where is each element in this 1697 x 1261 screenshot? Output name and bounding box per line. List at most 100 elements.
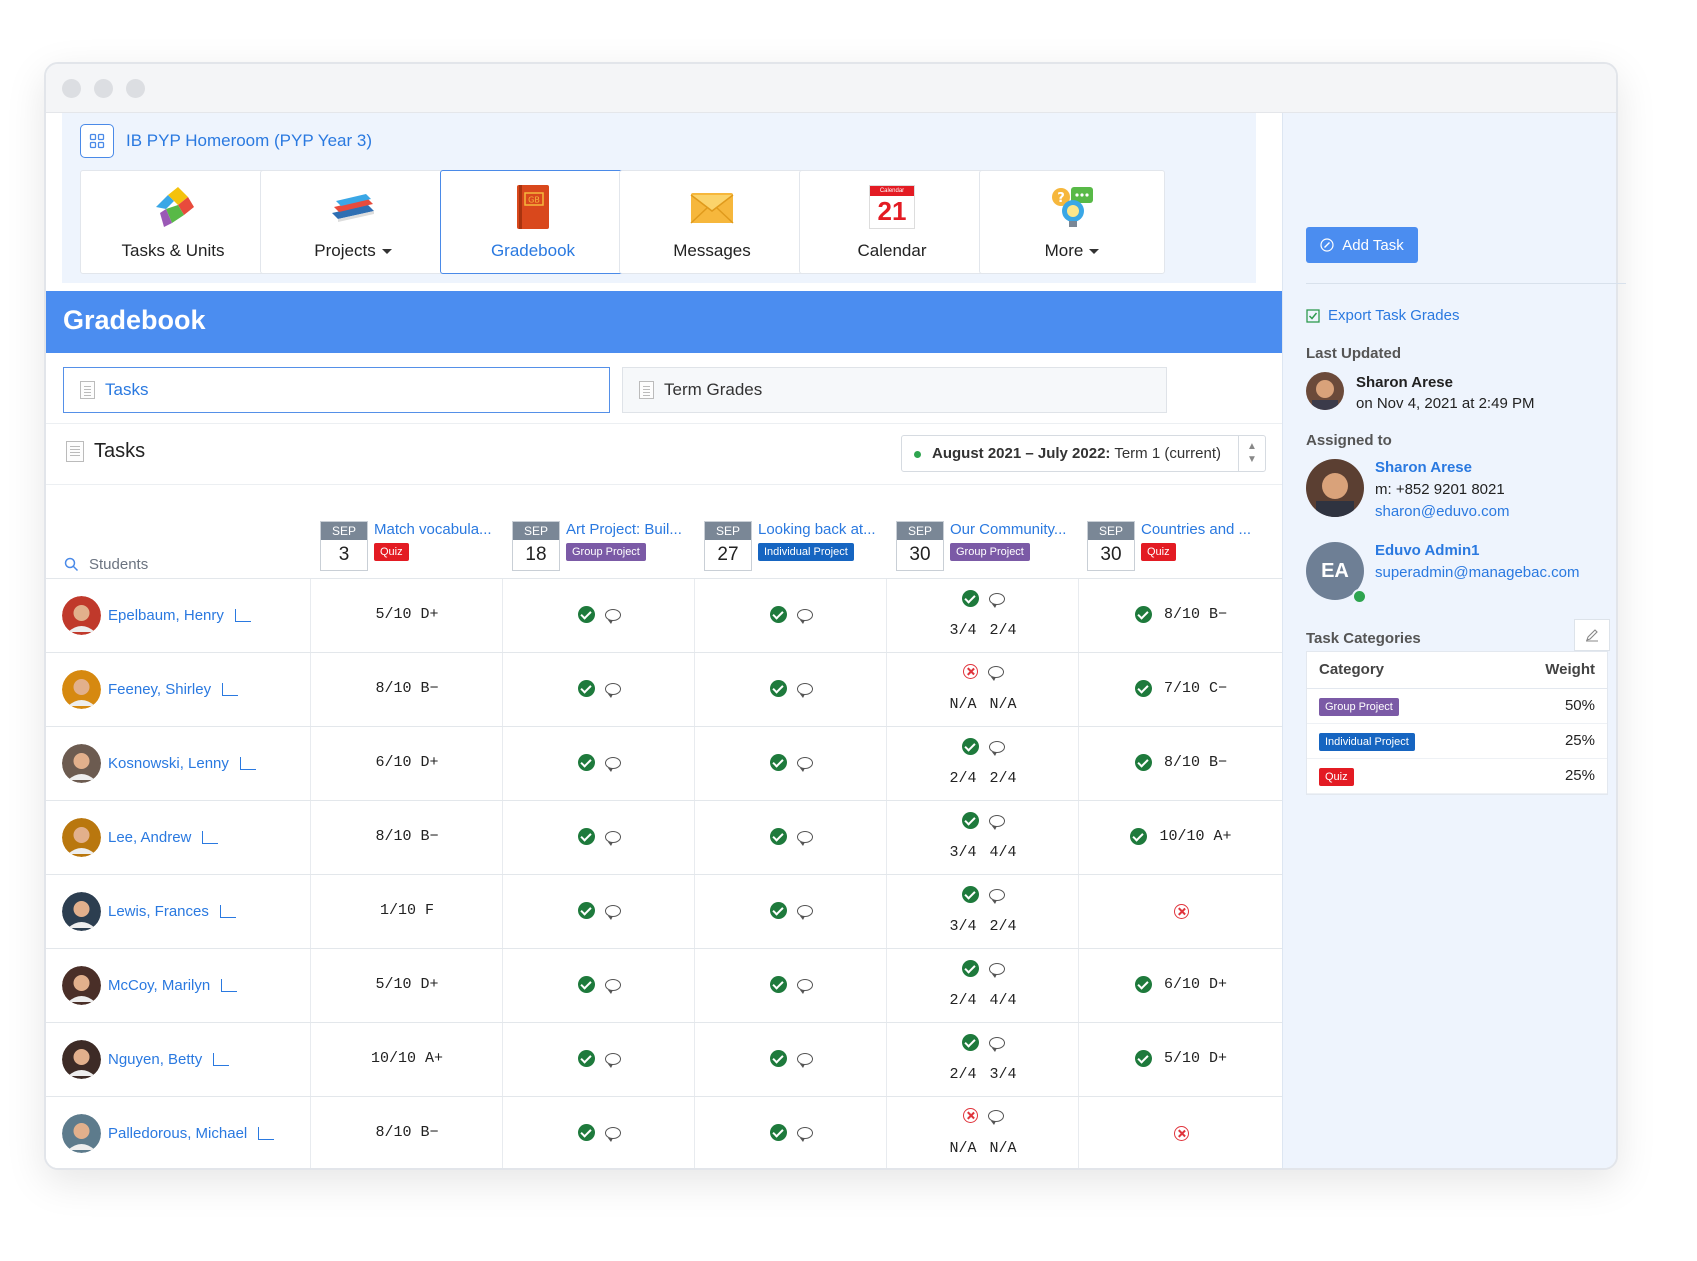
student-name-link[interactable]: Nguyen, Betty [108, 1051, 202, 1068]
bar-chart-icon[interactable] [213, 1053, 230, 1066]
task-title-link[interactable]: Art Project: Buil... [566, 521, 702, 538]
bar-chart-icon[interactable] [258, 1127, 275, 1140]
bar-chart-icon[interactable] [202, 831, 219, 844]
class-title[interactable]: IB PYP Homeroom (PYP Year 3) [126, 131, 372, 151]
comment-icon[interactable] [796, 756, 813, 772]
grade-cell[interactable]: 2/4 2/4 [886, 727, 1079, 801]
nav-tasks-units[interactable]: Tasks & Units [80, 170, 266, 274]
student-name-link[interactable]: Lewis, Frances [108, 903, 209, 920]
grade-cell[interactable] [694, 875, 887, 949]
assignee2-name[interactable]: Eduvo Admin1 [1375, 542, 1479, 559]
comment-icon[interactable] [604, 978, 621, 994]
grade-cell[interactable]: 8/10 B− [310, 801, 503, 875]
comment-icon[interactable] [604, 1052, 621, 1068]
bar-chart-icon[interactable] [222, 683, 239, 696]
export-task-grades-link[interactable]: Export Task Grades [1306, 307, 1459, 324]
grade-cell[interactable] [502, 727, 695, 801]
grade-cell[interactable]: 2/4 4/4 [886, 949, 1079, 1023]
grade-cell[interactable]: 10/10 A+ [1078, 801, 1283, 875]
grade-cell[interactable] [1078, 875, 1283, 949]
comment-icon[interactable] [988, 740, 1005, 756]
task-column-header[interactable]: SEP 30 Countries and ... Quiz [1087, 521, 1277, 573]
grade-cell[interactable] [502, 579, 695, 653]
select-arrows-icon[interactable]: ▲ ▼ [1238, 436, 1265, 471]
grade-cell[interactable]: 3/4 4/4 [886, 801, 1079, 875]
grade-cell[interactable] [502, 875, 695, 949]
bar-chart-icon[interactable] [221, 979, 238, 992]
grade-cell[interactable]: 7/10 C− [1078, 653, 1283, 727]
grade-cell[interactable] [694, 801, 887, 875]
grade-cell[interactable] [694, 727, 887, 801]
class-grid-icon[interactable] [80, 124, 114, 158]
grade-cell[interactable]: 1/10 F [310, 875, 503, 949]
task-column-header[interactable]: SEP 18 Art Project: Buil... Group Project [512, 521, 702, 573]
comment-icon[interactable] [604, 830, 621, 846]
comment-icon[interactable] [796, 1052, 813, 1068]
edit-categories-button[interactable] [1574, 619, 1610, 651]
student-name-link[interactable]: Feeney, Shirley [108, 681, 211, 698]
students-search[interactable]: Students [64, 556, 148, 573]
student-name-link[interactable]: Epelbaum, Henry [108, 607, 224, 624]
comment-icon[interactable] [796, 1126, 813, 1142]
grade-cell[interactable]: 10/10 A+ [310, 1023, 503, 1097]
grade-cell[interactable] [694, 1023, 887, 1097]
nav-calendar[interactable]: Calendar 21 Calendar [799, 170, 985, 274]
grade-cell[interactable]: 2/4 3/4 [886, 1023, 1079, 1097]
grade-cell[interactable]: 8/10 B− [310, 1097, 503, 1168]
nav-projects[interactable]: Projects [260, 170, 446, 274]
grade-cell[interactable]: 3/4 2/4 [886, 579, 1079, 653]
comment-icon[interactable] [604, 1126, 621, 1142]
comment-icon[interactable] [988, 814, 1005, 830]
comment-icon[interactable] [987, 1109, 1004, 1125]
window-close-dot[interactable] [62, 79, 81, 98]
grade-cell[interactable] [502, 801, 695, 875]
task-title-link[interactable]: Match vocabula... [374, 521, 510, 538]
comment-icon[interactable] [796, 978, 813, 994]
grade-cell[interactable] [694, 949, 887, 1023]
grade-cell[interactable] [502, 1097, 695, 1168]
grade-cell[interactable]: 5/10 D+ [310, 579, 503, 653]
grade-cell[interactable]: N/A N/A [886, 1097, 1079, 1168]
add-task-button[interactable]: Add Task [1306, 227, 1418, 263]
comment-icon[interactable] [604, 756, 621, 772]
assignee2-email[interactable]: superadmin@managebac.com [1375, 564, 1580, 581]
comment-icon[interactable] [796, 830, 813, 846]
comment-icon[interactable] [988, 592, 1005, 608]
grade-cell[interactable] [502, 1023, 695, 1097]
task-column-header[interactable]: SEP 3 Match vocabula... Quiz [320, 521, 510, 573]
student-name-link[interactable]: Palledorous, Michael [108, 1125, 247, 1142]
tab-tasks[interactable]: Tasks [63, 367, 610, 413]
tab-term-grades[interactable]: Term Grades [622, 367, 1167, 413]
comment-icon[interactable] [988, 962, 1005, 978]
grade-cell[interactable]: 8/10 B− [1078, 727, 1283, 801]
student-name-link[interactable]: Kosnowski, Lenny [108, 755, 229, 772]
grade-cell[interactable]: 5/10 D+ [310, 949, 503, 1023]
task-title-link[interactable]: Our Community... [950, 521, 1086, 538]
nav-messages[interactable]: Messages [619, 170, 805, 274]
task-column-header[interactable]: SEP 27 Looking back at... Individual Projec… [704, 521, 894, 573]
comment-icon[interactable] [604, 608, 621, 624]
bar-chart-icon[interactable] [219, 905, 236, 918]
comment-icon[interactable] [988, 1036, 1005, 1052]
comment-icon[interactable] [796, 608, 813, 624]
grade-cell[interactable]: N/A N/A [886, 653, 1079, 727]
task-column-header[interactable]: SEP 30 Our Community... Group Project [896, 521, 1086, 573]
student-name-link[interactable]: McCoy, Marilyn [108, 977, 210, 994]
assignee-name[interactable]: Sharon Arese [1375, 459, 1472, 476]
bar-chart-icon[interactable] [239, 757, 256, 770]
task-title-link[interactable]: Looking back at... [758, 521, 894, 538]
grade-cell[interactable] [694, 653, 887, 727]
task-title-link[interactable]: Countries and ... [1141, 521, 1277, 538]
bar-chart-icon[interactable] [234, 609, 251, 622]
comment-icon[interactable] [796, 682, 813, 698]
window-minimize-dot[interactable] [94, 79, 113, 98]
comment-icon[interactable] [604, 682, 621, 698]
grade-cell[interactable] [694, 579, 887, 653]
comment-icon[interactable] [987, 665, 1004, 681]
grade-cell[interactable] [1078, 1097, 1283, 1168]
student-name-link[interactable]: Lee, Andrew [108, 829, 191, 846]
term-select[interactable]: August 2021 – July 2022: Term 1 (current… [901, 435, 1266, 472]
grade-cell[interactable] [694, 1097, 887, 1168]
grade-cell[interactable] [502, 949, 695, 1023]
comment-icon[interactable] [796, 904, 813, 920]
